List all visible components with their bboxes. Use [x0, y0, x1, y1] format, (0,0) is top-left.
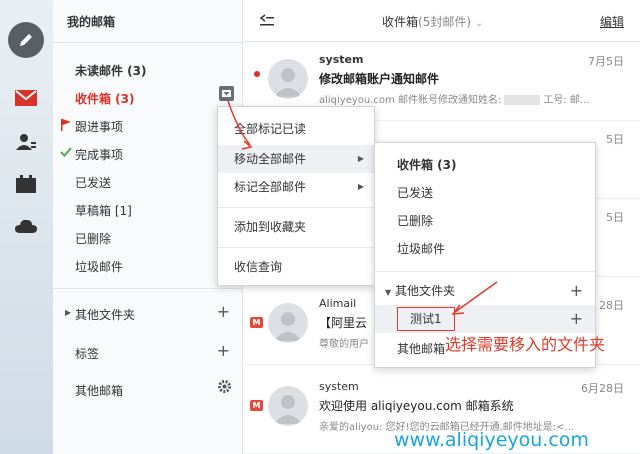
arrow-to-move: [227, 100, 251, 146]
annotation-text: 选择需要移入的文件夹: [445, 335, 606, 354]
watermark: www.aliqiyeyou.com: [394, 429, 589, 451]
arrow-to-test-folder: [454, 281, 498, 313]
annotation-arrows: [227, 100, 498, 315]
